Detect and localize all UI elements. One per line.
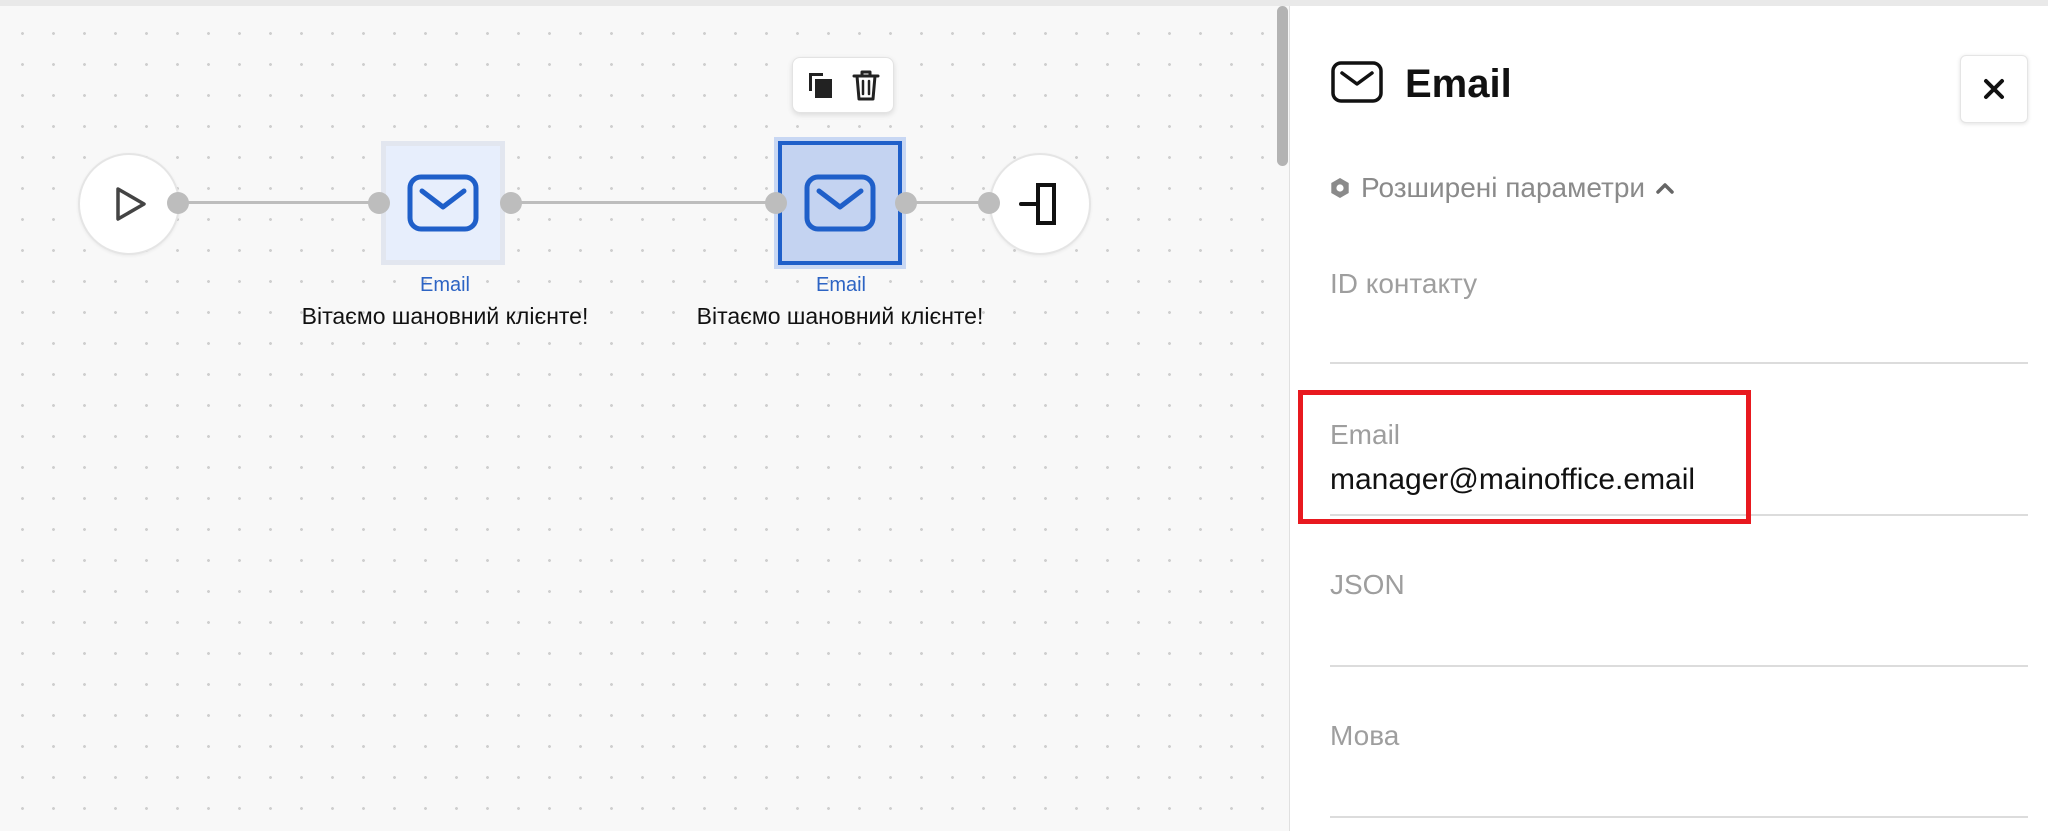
email-node-1-type: Email xyxy=(419,274,470,296)
start-node[interactable] xyxy=(78,153,180,255)
delete-button[interactable] xyxy=(848,65,884,105)
language-field[interactable]: Мова xyxy=(1330,720,2028,818)
advanced-params-toggle[interactable]: Розширені параметри xyxy=(1329,172,1675,204)
email-node-1-text: Вітаємо шановний клієнте! xyxy=(301,303,589,329)
email2-in-port[interactable] xyxy=(765,192,787,214)
end-in-port[interactable] xyxy=(978,192,1000,214)
contact-id-label: ID контакту xyxy=(1330,268,1478,299)
contact-id-underline xyxy=(1330,362,2028,364)
canvas-scrollbar[interactable] xyxy=(1277,6,1288,166)
panel-title: Email xyxy=(1405,62,1512,106)
start-out-port[interactable] xyxy=(167,192,189,214)
advanced-params-label: Розширені параметри xyxy=(1361,172,1646,203)
contact-id-value[interactable] xyxy=(1330,312,2028,348)
play-icon xyxy=(116,187,146,221)
language-underline xyxy=(1330,816,2028,818)
panel-divider xyxy=(1289,6,1290,831)
trash-icon xyxy=(852,70,880,101)
email-node-1[interactable] xyxy=(381,141,505,265)
contact-id-field[interactable]: ID контакту xyxy=(1330,268,2028,364)
exit-icon xyxy=(1019,183,1056,225)
edge-email1-to-email2 xyxy=(510,201,776,204)
end-node[interactable] xyxy=(989,153,1091,255)
gear-icon xyxy=(1331,178,1349,198)
email-node-2-type: Email xyxy=(815,274,866,296)
close-icon xyxy=(1984,79,2004,99)
chevron-up-icon xyxy=(1656,183,1674,194)
close-button[interactable] xyxy=(1960,55,2028,123)
copy-icon xyxy=(809,73,833,98)
workflow-canvas[interactable] xyxy=(0,6,1289,831)
email-node-2[interactable] xyxy=(778,141,902,265)
language-label: Мова xyxy=(1330,720,1400,751)
email1-out-port[interactable] xyxy=(500,192,522,214)
node-toolbar xyxy=(792,57,894,113)
email2-out-port[interactable] xyxy=(895,192,917,214)
json-underline xyxy=(1330,665,2028,667)
email1-in-port[interactable] xyxy=(368,192,390,214)
json-label: JSON xyxy=(1330,569,1405,600)
language-value[interactable] xyxy=(1330,764,2028,800)
copy-button[interactable] xyxy=(802,65,838,105)
edge-start-to-email1 xyxy=(178,201,380,204)
envelope-icon xyxy=(804,174,876,232)
email-node-2-text: Вітаємо шановний клієнте! xyxy=(696,303,984,329)
json-value[interactable] xyxy=(1330,613,2028,649)
panel-envelope-icon xyxy=(1331,61,1383,108)
email-highlight-box xyxy=(1298,390,1751,524)
json-field[interactable]: JSON xyxy=(1330,569,2028,667)
envelope-icon xyxy=(407,174,479,232)
